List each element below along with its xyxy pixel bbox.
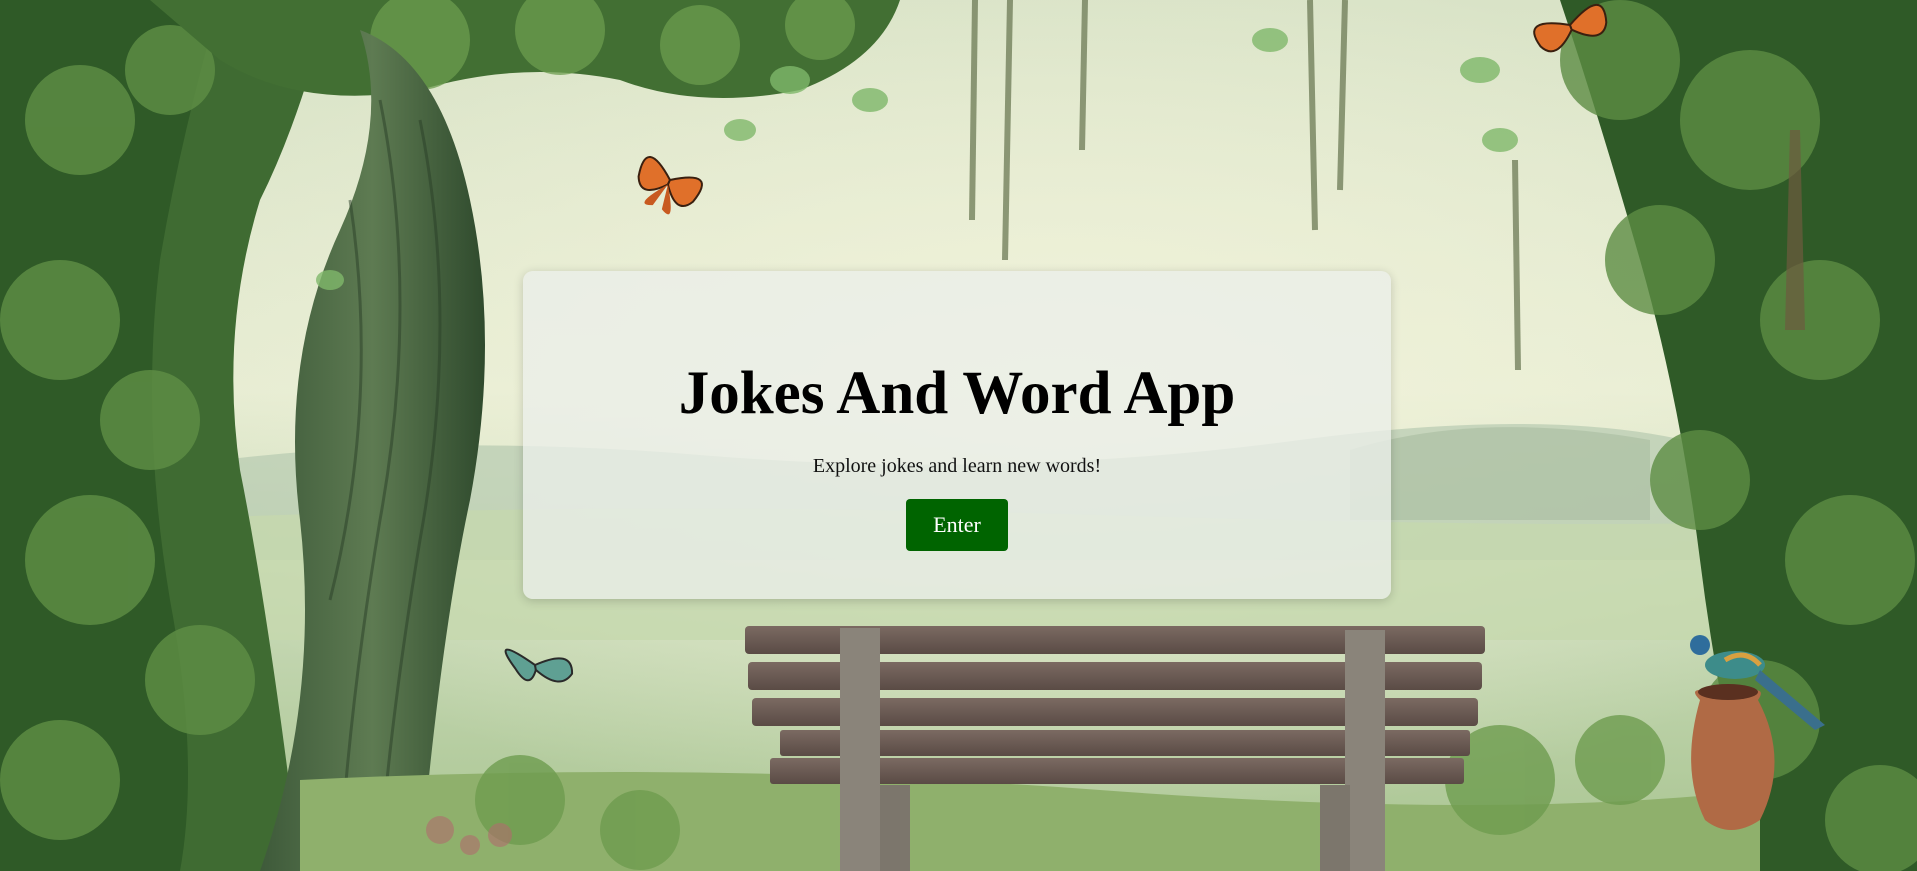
page-title: Jokes And Word App: [678, 360, 1236, 427]
enter-button[interactable]: Enter: [906, 499, 1008, 551]
page-subtitle: Explore jokes and learn new words!: [812, 455, 1102, 477]
welcome-card: Jokes And Word App Explore jokes and lea…: [523, 271, 1391, 599]
